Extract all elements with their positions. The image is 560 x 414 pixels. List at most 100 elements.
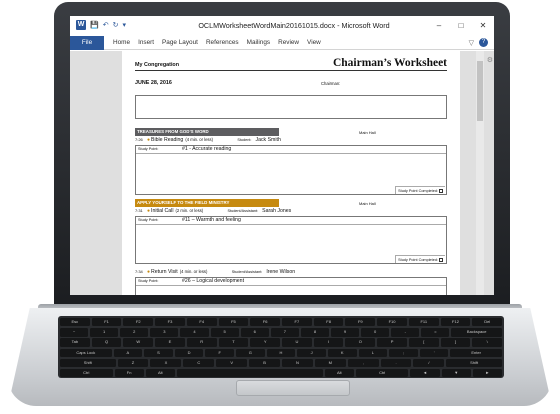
tab-insert[interactable]: Insert — [134, 39, 158, 46]
keyboard-key: - — [391, 328, 420, 337]
undo-icon[interactable]: ↶ — [103, 21, 109, 29]
keyboard-row: Shift Z X C V B N M,. / Shift — [60, 358, 502, 368]
study-point-text: #26 – Logical development — [182, 278, 245, 284]
part-duration: (4 min. or less) — [179, 269, 208, 274]
keyboard-key: 3 — [150, 328, 179, 337]
chairman-label: Chairman: — [321, 80, 341, 86]
keyboard-key: D — [174, 348, 204, 357]
part-duration: (4 min. or less) — [185, 137, 214, 142]
part-title: Bible Reading — [151, 137, 184, 143]
keyboard-key: F6 — [250, 318, 281, 327]
study-point-box: Study Point: #11 – Warmth and feeling St… — [135, 216, 447, 264]
keyboard-key: . — [380, 358, 412, 368]
save-icon[interactable]: 💾 — [90, 21, 99, 29]
help-icon[interactable]: ? — [479, 38, 488, 47]
checkbox-icon[interactable] — [439, 258, 443, 262]
keyboard-key: Ctrl — [355, 368, 409, 378]
student-label: Student/Assistant: — [231, 270, 263, 274]
keyboard-key: X — [150, 358, 182, 368]
part-time: 7:31 — [135, 208, 143, 213]
hall-label: Main Hall — [359, 129, 376, 135]
ribbon-collapse-icon[interactable]: ▽ — [469, 39, 474, 47]
keyboard-key: ~ — [60, 328, 89, 337]
keyboard-key: G — [236, 348, 265, 357]
keyboard-key: \ — [472, 338, 503, 347]
redo-icon[interactable]: ↻ — [113, 21, 119, 29]
keyboard-key: K — [327, 348, 357, 357]
tab-references[interactable]: References — [202, 39, 243, 46]
part-time: 7:26 — [135, 137, 143, 142]
part-row: 7:31 ● Initial Call (2 min. or less) Stu… — [135, 208, 447, 215]
keyboard-row: Tab Q W E R T Y U I O P[] \ — [60, 338, 503, 347]
hall-label: Main Hall — [359, 200, 376, 206]
part-duration: (2 min. or less) — [175, 208, 204, 213]
tab-review[interactable]: Review — [274, 39, 303, 46]
ribbon-tabs: File Home Insert Page Layout References … — [70, 35, 494, 50]
close-button[interactable]: ✕ — [472, 21, 494, 30]
keyboard-key: Z — [117, 358, 149, 368]
keyboard-key: F — [205, 348, 235, 357]
keyboard-key: 1 — [90, 328, 119, 337]
scrollbar-thumb[interactable] — [477, 61, 483, 121]
keyboard-key: ▼ — [441, 368, 471, 378]
keyboard-key: ; — [389, 348, 418, 357]
customize-toolbar-icon[interactable]: ▾ — [122, 21, 126, 29]
student-label: Student/Assistant: — [227, 209, 259, 213]
keyboard-key: F7 — [282, 318, 312, 327]
keyboard-key: F11 — [408, 318, 439, 327]
keyboard-key: Ctrl — [60, 368, 113, 378]
tab-page-layout[interactable]: Page Layout — [158, 39, 202, 46]
checkbox-icon[interactable] — [439, 189, 443, 193]
screen: W 💾 ↶ ↻ ▾ OCLMWorksheetWordMain20161015.… — [70, 16, 494, 295]
keyboard-key: 8 — [300, 328, 329, 337]
keyboard-key: Shift — [60, 358, 116, 368]
keyboard-key: Enter — [450, 348, 502, 357]
tab-home[interactable]: Home — [109, 39, 134, 46]
keyboard-key: Fn — [114, 368, 144, 378]
keyboard-key: O — [345, 338, 376, 347]
keyboard-key: 7 — [270, 328, 299, 337]
document-page[interactable]: My Congregation Chairman’s Worksheet JUN… — [122, 51, 460, 295]
keyboard-key: 4 — [180, 328, 209, 337]
keyboard-key: = — [421, 328, 450, 337]
keyboard-key: 0 — [361, 328, 390, 337]
keyboard-key: S — [144, 348, 173, 357]
keyboard-key: N — [281, 358, 313, 368]
tab-file[interactable]: File — [70, 35, 104, 50]
keyboard-key: Tab — [60, 338, 90, 347]
keyboard-key: 2 — [120, 328, 149, 337]
maximize-button[interactable]: □ — [450, 21, 472, 30]
part-row: 7:34 ● Return Visit (4 min. or less) Stu… — [135, 269, 447, 276]
keyboard-row: Esc F1 F2 F3 F4 F5 F6 F7 F8 F9 F10 F11 F12 Del — [60, 318, 503, 327]
keyboard-key: L — [358, 348, 388, 357]
keyboard-key — [176, 368, 323, 378]
meeting-date: JUNE 28, 2016 — [135, 80, 172, 86]
study-point-box: Study Point: #1 - Accurate reading Study… — [135, 145, 447, 195]
student-name: Sarah Jones — [262, 208, 292, 214]
keyboard-key: T — [218, 338, 249, 347]
tab-mailings[interactable]: Mailings — [243, 39, 274, 46]
word-app-icon: W — [76, 20, 86, 30]
notes-box — [135, 95, 447, 119]
congregation-name: My Congregation — [135, 62, 180, 68]
study-point-text: #11 – Warmth and feeling — [182, 217, 241, 223]
tab-view[interactable]: View — [303, 39, 325, 46]
keyboard-key: 5 — [210, 328, 239, 337]
keyboard-key: J — [297, 348, 326, 357]
study-point-text: #1 - Accurate reading — [182, 146, 232, 152]
keyboard-key: V — [216, 358, 248, 368]
gear-icon[interactable]: ⚙ — [487, 56, 493, 64]
keyboard-key: Q — [91, 338, 122, 347]
keyboard-key: F4 — [186, 318, 217, 327]
keyboard-key: Esc — [60, 318, 90, 327]
keyboard-key: 9 — [330, 328, 360, 337]
keyboard-key: Del — [472, 318, 503, 327]
minimize-button[interactable]: – — [428, 21, 450, 30]
keyboard: Esc F1 F2 F3 F4 F5 F6 F7 F8 F9 F10 F11 F12 Del ~1 2 3 4 5 6… — [58, 316, 504, 378]
keyboard-key: Shift — [446, 358, 502, 368]
keyboard-key: W — [123, 338, 154, 347]
keyboard-key: ◄ — [410, 368, 440, 378]
keyboard-key: E — [155, 338, 185, 347]
keyboard-key: M — [314, 358, 346, 368]
keyboard-key: I — [313, 338, 344, 347]
